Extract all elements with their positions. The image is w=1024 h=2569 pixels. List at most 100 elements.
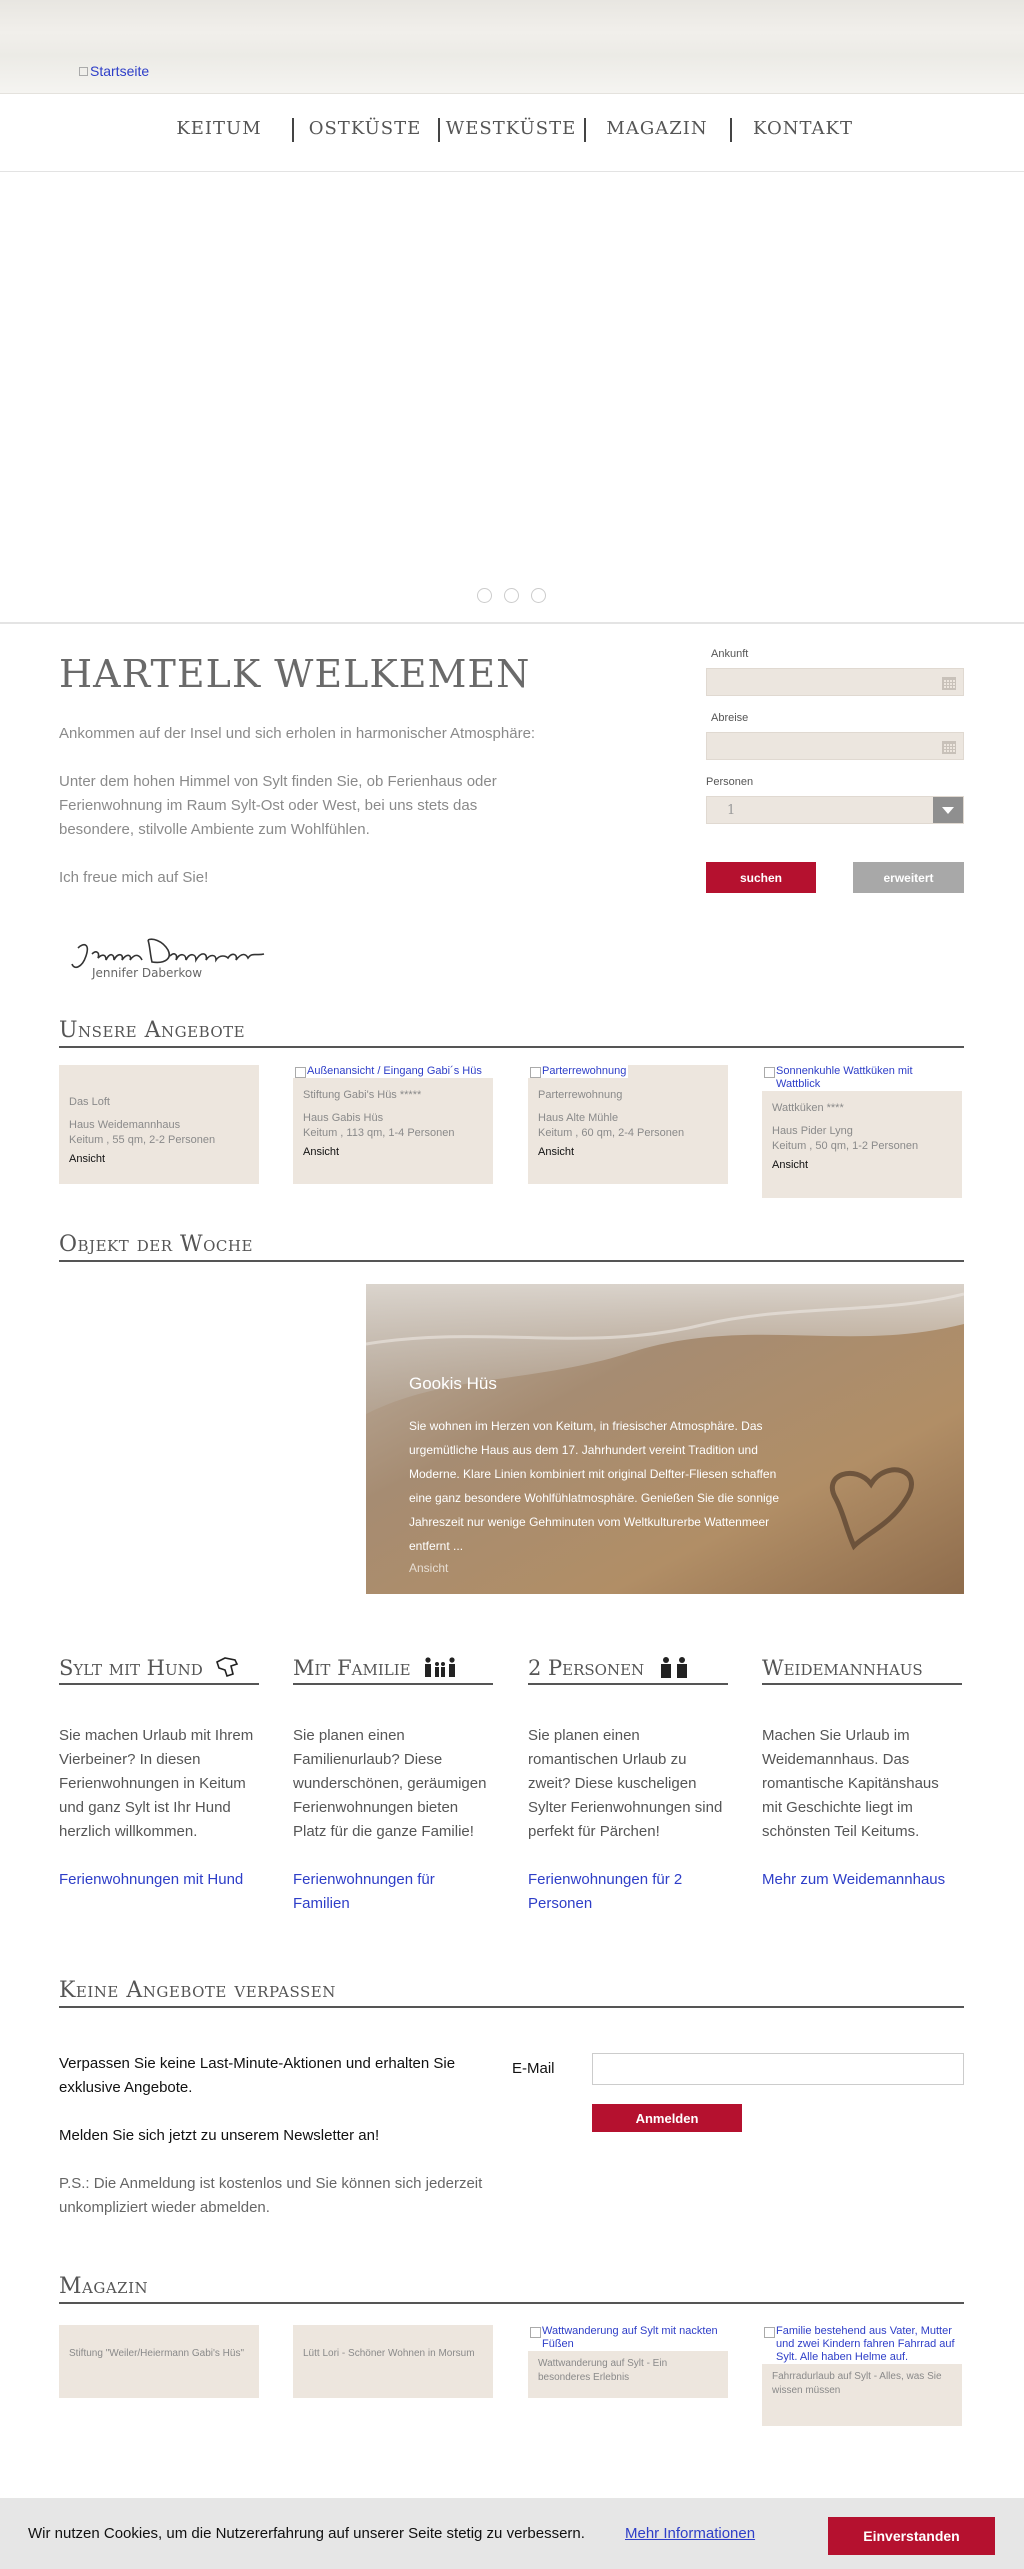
slider-dot[interactable] bbox=[504, 588, 519, 603]
offer-view-link[interactable]: Ansicht bbox=[293, 1145, 493, 1160]
feature-heading-text: 2 Personen bbox=[528, 1656, 645, 1680]
offer-image: Parterrewohnung bbox=[528, 1065, 628, 1078]
nav-item-ostkueste[interactable]: OSTKÜSTE bbox=[292, 118, 438, 139]
slider-dot[interactable] bbox=[531, 588, 546, 603]
cookie-accept-button[interactable]: Einverstanden bbox=[828, 2517, 995, 2555]
email-label: E-Mail bbox=[512, 2060, 555, 2077]
signature-graphic bbox=[71, 938, 265, 969]
couple-icon bbox=[660, 1657, 687, 1678]
feature-heading-couple: 2 Personen bbox=[528, 1656, 728, 1685]
calendar-icon[interactable] bbox=[941, 675, 957, 691]
intro-paragraph: Unter dem hohen Himmel von Sylt finden S… bbox=[59, 773, 497, 838]
offer-name: Stiftung Gabi's Hüs ***** bbox=[303, 1089, 422, 1101]
section-heading-magazine: Magazin bbox=[59, 2274, 964, 2304]
dog-icon bbox=[216, 1657, 239, 1678]
offer-details: Keitum , 55 qm, 2-2 Personen bbox=[69, 1134, 216, 1146]
magazine-title: Fahrradurlaub auf Sylt - Alles, was Sie … bbox=[772, 2371, 942, 2396]
signature-name: Jennifer Daberkow bbox=[92, 966, 203, 980]
hero-slider bbox=[0, 172, 1024, 624]
search-button[interactable]: suchen bbox=[706, 862, 816, 893]
magazine-title: Wattwanderung auf Sylt - Ein besonderes … bbox=[538, 2358, 668, 2383]
magazine-card[interactable]: Lütt Lori - Schöner Wohnen in Morsum bbox=[293, 2325, 493, 2398]
feature-link-dog[interactable]: Ferienwohnungen mit Hund bbox=[59, 1868, 259, 1892]
newsletter-text: Melden Sie sich jetzt zu unserem Newslet… bbox=[59, 2127, 380, 2144]
offer-image bbox=[59, 1065, 259, 1095]
newsletter-note: P.S.: Die Anmeldung ist kostenlos und Si… bbox=[59, 2175, 483, 2216]
nav-item-westkueste[interactable]: WESTKÜSTE bbox=[438, 118, 584, 139]
feature-heading-text: Sylt mit Hund bbox=[59, 1656, 203, 1680]
magazine-image: Familie bestehend aus Vater, Mutter und … bbox=[762, 2325, 962, 2364]
newsletter-text: Verpassen Sie keine Last-Minute-Aktionen… bbox=[59, 2055, 456, 2096]
logo-link[interactable]: Startseite bbox=[79, 63, 149, 79]
offer-card[interactable]: Sonnenkuhle Wattküken mit Wattblick Watt… bbox=[762, 1065, 962, 1198]
section-heading-newsletter: Keine Angebote verpassen bbox=[59, 1978, 964, 2008]
intro-paragraph: Ich freue mich auf Sie! bbox=[59, 869, 209, 886]
subscribe-button[interactable]: Anmelden bbox=[592, 2104, 742, 2132]
email-input[interactable] bbox=[592, 2053, 964, 2085]
persons-label: Personen bbox=[706, 776, 754, 788]
nav-item-magazin[interactable]: MAGAZIN bbox=[584, 118, 730, 139]
signature-image: Jennifer Daberkow bbox=[70, 930, 300, 990]
object-of-week-text: Sie wohnen im Herzen von Keitum, in frie… bbox=[409, 1419, 780, 1553]
offer-image: Sonnenkuhle Wattküken mit Wattblick bbox=[762, 1065, 962, 1091]
calendar-icon[interactable] bbox=[941, 739, 957, 755]
feature-heading-dog: Sylt mit Hund bbox=[59, 1656, 259, 1685]
cookie-more-link[interactable]: Mehr Informationen bbox=[625, 2525, 755, 2542]
object-of-week-overlay: Gookis Hüs Sie wohnen im Herzen von Keit… bbox=[409, 1374, 799, 1578]
feature-heading-text: Mit Familie bbox=[293, 1656, 411, 1680]
intro-paragraph: Ankommen auf der Insel und sich erholen … bbox=[59, 725, 536, 742]
nav-item-keitum[interactable]: KEITUM bbox=[146, 118, 292, 139]
offer-house: Haus Alte Mühle bbox=[538, 1112, 619, 1124]
feature-heading-family: Mit Familie bbox=[293, 1656, 493, 1685]
select-arrow[interactable] bbox=[933, 797, 963, 823]
cookie-text: Wir nutzen Cookies, um die Nutzererfahru… bbox=[28, 2525, 585, 2542]
feature-link-weidemannhaus[interactable]: Mehr zum Weidemannhaus bbox=[762, 1868, 962, 1892]
feature-heading-weidemannhaus: Weidemannhaus bbox=[762, 1656, 962, 1685]
offer-house: Haus Gabis Hüs bbox=[303, 1112, 384, 1124]
offer-view-link[interactable]: Ansicht bbox=[528, 1145, 728, 1160]
section-heading-object-of-week: Objekt der Woche bbox=[59, 1232, 964, 1262]
offer-name: Parterrewohnung bbox=[538, 1089, 623, 1101]
magazine-card[interactable]: Wattwanderung auf Sylt mit nackten Füßen… bbox=[528, 2325, 728, 2398]
magazine-card[interactable]: Stiftung "Weiler/Heiermann Gabi's Hüs" bbox=[59, 2325, 259, 2398]
magazine-title: Stiftung "Weiler/Heiermann Gabi's Hüs" bbox=[69, 2348, 245, 2359]
object-of-week-title: Gookis Hüs bbox=[409, 1374, 497, 1393]
feature-text: Sie planen einen Familienurlaub? Diese w… bbox=[293, 1727, 487, 1840]
offer-view-link[interactable]: Ansicht bbox=[59, 1152, 259, 1167]
object-of-week-link[interactable]: Ansicht bbox=[409, 1558, 799, 1578]
feature-text: Sie machen Urlaub mit Ihrem Vierbeiner? … bbox=[59, 1727, 254, 1840]
feature-link-couple[interactable]: Ferienwohnungen für 2 Personen bbox=[528, 1868, 698, 1916]
persons-select[interactable]: 1 bbox=[706, 796, 964, 824]
arrival-input[interactable] bbox=[706, 668, 964, 696]
offer-details: Keitum , 50 qm, 1-2 Personen bbox=[772, 1140, 919, 1152]
persons-value: 1 bbox=[727, 803, 736, 818]
offer-details: Keitum , 113 qm, 1-4 Personen bbox=[303, 1127, 455, 1139]
magazine-image: Wattwanderung auf Sylt mit nackten Füßen bbox=[528, 2325, 728, 2351]
offer-card[interactable]: Außenansicht / Eingang Gabi´s Hüs Stiftu… bbox=[293, 1065, 493, 1184]
feature-text: Machen Sie Urlaub im Weidemannhaus. Das … bbox=[762, 1727, 939, 1840]
departure-label: Abreise bbox=[711, 712, 749, 724]
magazine-card[interactable]: Familie bestehend aus Vater, Mutter und … bbox=[762, 2325, 962, 2426]
nav-item-kontakt[interactable]: KONTAKT bbox=[730, 118, 876, 139]
main-nav: KEITUM OSTKÜSTE WESTKÜSTE MAGAZIN KONTAK… bbox=[0, 94, 1024, 172]
advanced-search-button[interactable]: erweitert bbox=[853, 862, 964, 893]
offer-name: Wattküken **** bbox=[772, 1102, 844, 1114]
offer-card[interactable]: Das Loft Haus Weidemannhaus Keitum , 55 … bbox=[59, 1065, 259, 1184]
slider-dot[interactable] bbox=[477, 588, 492, 603]
section-heading-offers: Unsere Angebote bbox=[59, 1018, 964, 1048]
offer-view-link[interactable]: Ansicht bbox=[762, 1158, 962, 1173]
magazine-title: Lütt Lori - Schöner Wohnen in Morsum bbox=[303, 2348, 475, 2359]
feature-text: Sie planen einen romantischen Urlaub zu … bbox=[528, 1727, 723, 1840]
header-band bbox=[0, 0, 1024, 94]
feature-heading-text: Weidemannhaus bbox=[762, 1656, 923, 1680]
signature-stroke bbox=[71, 938, 265, 969]
logo-alt-text: Startseite bbox=[90, 63, 150, 79]
offer-house: Haus Weidemannhaus bbox=[69, 1119, 181, 1131]
family-icon bbox=[425, 1657, 456, 1677]
page-title: HARTELK WELKEMEN bbox=[59, 652, 531, 696]
offer-house: Haus Pider Lyng bbox=[772, 1125, 853, 1137]
feature-link-family[interactable]: Ferienwohnungen für Familien bbox=[293, 1868, 453, 1916]
departure-input[interactable] bbox=[706, 732, 964, 760]
offer-card[interactable]: Parterrewohnung Parterrewohnung Haus Alt… bbox=[528, 1065, 728, 1184]
cookie-banner: Wir nutzen Cookies, um die Nutzererfahru… bbox=[0, 2498, 1024, 2569]
